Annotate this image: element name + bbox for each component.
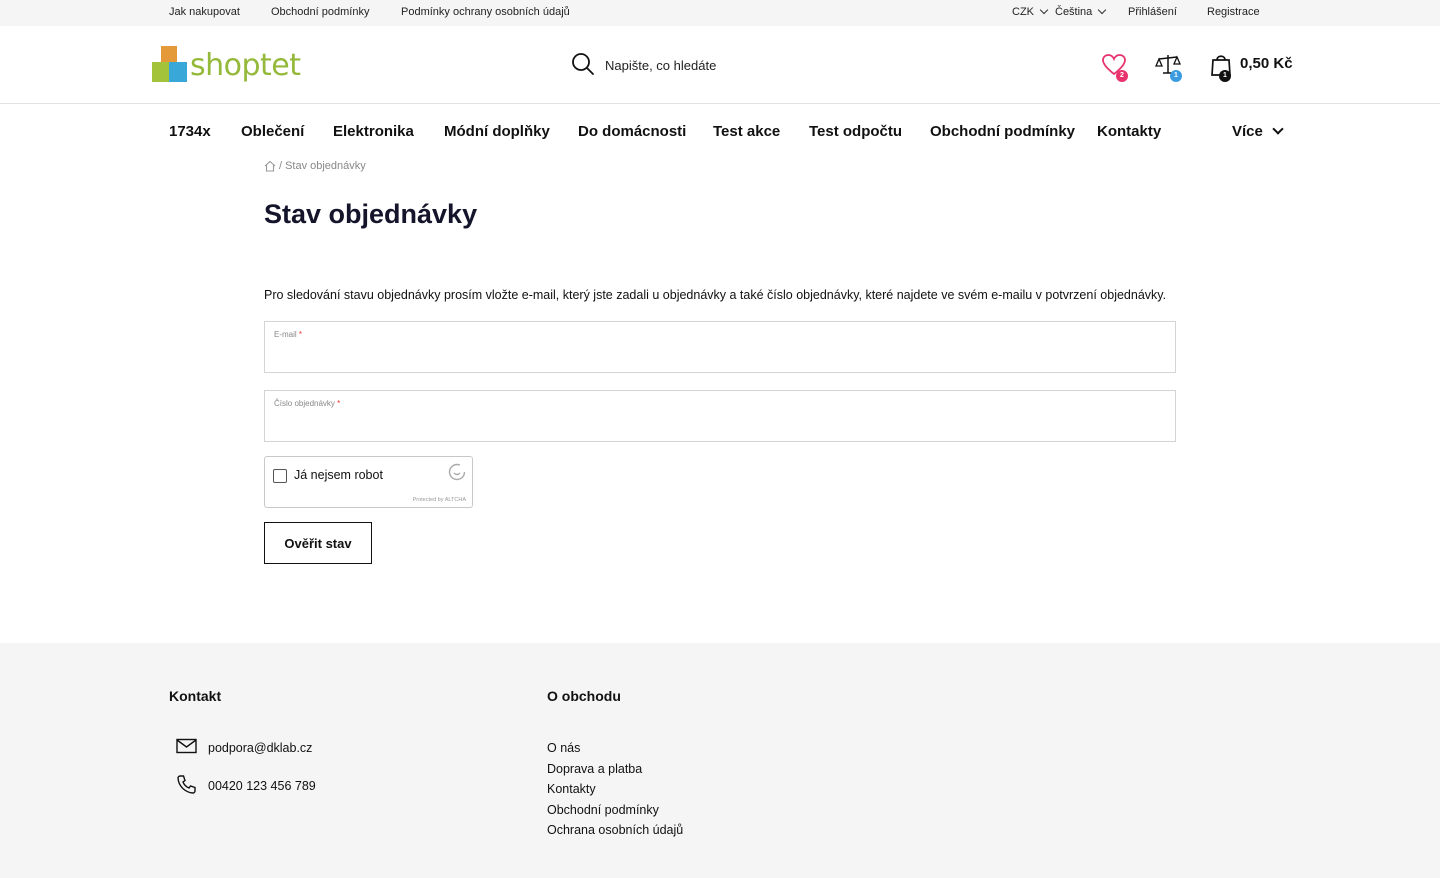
- verify-status-button[interactable]: Ověřit stav: [264, 522, 372, 564]
- nav-item-elektronika[interactable]: Elektronika: [333, 123, 414, 140]
- order-number-label: Číslo objednávky *: [274, 399, 341, 408]
- footer-about-heading: O obchodu: [547, 688, 621, 704]
- logo-square-orange: [161, 46, 177, 62]
- home-icon[interactable]: [264, 160, 276, 172]
- intro-text: Pro sledování stavu objednávky prosím vl…: [264, 288, 1167, 302]
- breadcrumb-separator: /: [279, 160, 283, 172]
- captcha-label[interactable]: Já nejsem robot: [294, 468, 383, 482]
- cart-total[interactable]: 0,50 Kč: [1240, 55, 1293, 72]
- chevron-down-icon: [1272, 123, 1284, 135]
- header: shoptet Napište, co hledáte 2 1 1 0,50 K…: [0, 26, 1440, 104]
- nav-item-kontakty[interactable]: Kontakty: [1097, 123, 1161, 140]
- currency-value: CZK: [1012, 6, 1034, 18]
- footer-link-obchodni-podminky[interactable]: Obchodní podmínky: [547, 800, 683, 821]
- currency-select[interactable]: CZK: [1012, 5, 1049, 18]
- nav-more-label: Více: [1232, 123, 1263, 140]
- breadcrumb-current: Stav objednávky: [285, 160, 366, 172]
- footer-email-row[interactable]: podpora@dklab.cz: [176, 738, 312, 757]
- shop-logo[interactable]: shoptet: [152, 46, 301, 86]
- footer-link-kontakty[interactable]: Kontakty: [547, 779, 683, 800]
- topbar-link-jak-nakupovat[interactable]: Jak nakupovat: [169, 6, 240, 18]
- topbar-link-ochrana-udaju[interactable]: Podmínky ochrany osobních údajů: [401, 6, 570, 18]
- nav-item-obchodni-podminky[interactable]: Obchodní podmínky: [930, 123, 1075, 140]
- footer-phone[interactable]: 00420 123 456 789: [208, 779, 316, 793]
- order-number-field[interactable]: Číslo objednávky *: [264, 390, 1176, 442]
- page-title: Stav objednávky: [264, 199, 478, 229]
- envelope-icon: [176, 738, 197, 757]
- nav-item-modni-doplnky[interactable]: Módní doplňky: [444, 123, 550, 140]
- register-link[interactable]: Registrace: [1207, 6, 1260, 18]
- logo-square-green: [152, 62, 169, 82]
- chevron-down-icon: [1098, 5, 1107, 15]
- nav-more-button[interactable]: Více: [1232, 123, 1284, 140]
- compare-button[interactable]: 1: [1155, 52, 1183, 82]
- top-bar: Jak nakupovat Obchodní podmínky Podmínky…: [0, 0, 1440, 26]
- order-number-input[interactable]: [274, 413, 1164, 435]
- wishlist-button[interactable]: 2: [1101, 52, 1129, 82]
- search-icon[interactable]: [571, 52, 595, 79]
- footer-phone-row[interactable]: 00420 123 456 789: [176, 774, 316, 798]
- nav-item-obleceni[interactable]: Oblečení: [241, 123, 304, 140]
- footer: Kontakt podpora@dklab.cz 00420 123 456 7…: [0, 643, 1440, 878]
- main-navigation: 1734x Oblečení Elektronika Módní doplňky…: [0, 104, 1440, 158]
- captcha-widget: Já nejsem robot Protected by ALTCHA: [264, 456, 473, 508]
- breadcrumb: / Stav objednávky: [264, 160, 366, 172]
- language-select[interactable]: Čeština: [1055, 5, 1107, 18]
- email-field[interactable]: E-mail *: [264, 321, 1176, 373]
- wishlist-count-badge: 2: [1116, 70, 1128, 82]
- login-link[interactable]: Přihlášení: [1128, 6, 1177, 18]
- logo-square-blue: [169, 62, 187, 82]
- email-input[interactable]: [274, 344, 1164, 366]
- email-label: E-mail *: [274, 330, 303, 339]
- nav-item-test-akce[interactable]: Test akce: [713, 123, 780, 140]
- logo-text: shoptet: [190, 48, 301, 83]
- footer-contact-heading: Kontakt: [169, 688, 222, 704]
- nav-item-do-domacnosti[interactable]: Do domácnosti: [578, 123, 686, 140]
- nav-item-1734x[interactable]: 1734x: [169, 123, 211, 140]
- footer-link-doprava-platba[interactable]: Doprava a platba: [547, 759, 683, 780]
- footer-link-ochrana-udaju[interactable]: Ochrana osobních údajů: [547, 820, 683, 841]
- compare-count-badge: 1: [1170, 70, 1182, 82]
- captcha-checkbox[interactable]: [273, 469, 287, 483]
- chevron-down-icon: [1039, 5, 1049, 15]
- nav-item-test-odpoctu[interactable]: Test odpočtu: [809, 123, 902, 140]
- topbar-link-obchodni-podminky[interactable]: Obchodní podmínky: [271, 6, 369, 18]
- cart-button[interactable]: 1: [1208, 52, 1236, 82]
- captcha-protected-text: Protected by ALTCHA: [412, 497, 466, 503]
- search-bar[interactable]: Napište, co hledáte: [571, 52, 716, 79]
- footer-email[interactable]: podpora@dklab.cz: [208, 741, 312, 755]
- cart-count-badge: 1: [1219, 70, 1231, 82]
- footer-link-o-nas[interactable]: O nás: [547, 738, 683, 759]
- altcha-logo-icon: [448, 463, 466, 484]
- footer-about-links: O nás Doprava a platba Kontakty Obchodní…: [547, 738, 683, 841]
- search-placeholder: Napište, co hledáte: [605, 58, 717, 73]
- phone-icon: [176, 774, 197, 798]
- language-value: Čeština: [1055, 6, 1093, 18]
